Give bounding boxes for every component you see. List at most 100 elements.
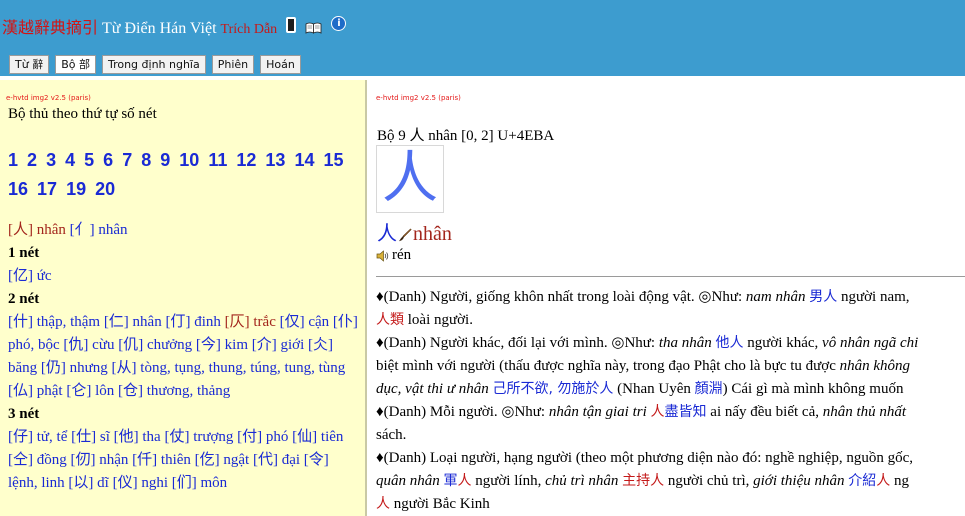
- stroke-link[interactable]: 17: [37, 179, 57, 199]
- han-link[interactable]: 人: [651, 404, 665, 420]
- stroke-link[interactable]: 11: [208, 150, 227, 170]
- definition-line: biệt mình với người (thấu được nghĩa này…: [376, 355, 965, 378]
- han-link[interactable]: 盡皆知: [665, 404, 707, 420]
- radical-link[interactable]: [人] nhân: [8, 222, 66, 238]
- version-label: e-hvtd img2 v2.5 (paris): [376, 94, 461, 102]
- char-link[interactable]: [仟] thiên: [132, 452, 191, 468]
- def-italic: nam nhân: [745, 289, 806, 305]
- stroke-link[interactable]: 3: [46, 150, 56, 170]
- logo-han[interactable]: 漢越辭典摘引: [2, 18, 98, 37]
- char-link[interactable]: [仕] sĩ: [71, 429, 110, 445]
- han-link[interactable]: 軍: [444, 473, 458, 489]
- stroke-link[interactable]: 16: [8, 179, 28, 199]
- char-link[interactable]: [介] giới: [252, 337, 305, 353]
- headword-han[interactable]: 人: [377, 221, 397, 245]
- stroke-link[interactable]: 20: [95, 179, 115, 199]
- han-link[interactable]: 他人: [716, 335, 744, 351]
- stroke-link[interactable]: 1: [8, 150, 18, 170]
- tab-phien[interactable]: Phiên: [211, 55, 255, 74]
- char-link[interactable]: [仓] thương, thảng: [118, 383, 230, 399]
- char-link[interactable]: [代] đại: [253, 452, 300, 468]
- phone-icon[interactable]: [286, 16, 297, 33]
- han-link[interactable]: 己所不欲, 勿施於人: [493, 381, 614, 397]
- stroke-group: [仔] tử, tể [仕] sĩ [他] tha [仗] trượng [付]…: [8, 426, 360, 495]
- logo-viet[interactable]: Từ Điển Hán Việt: [102, 20, 217, 37]
- han-link[interactable]: 主持人: [622, 473, 664, 489]
- char-link[interactable]: [仞] nhận: [71, 452, 129, 468]
- char-link[interactable]: [什] thập, thậm: [8, 314, 100, 330]
- char-link[interactable]: [仑] lôn: [66, 383, 114, 399]
- han-link[interactable]: 人: [876, 473, 890, 489]
- def-italic: vô nhân ngã chi: [822, 335, 919, 351]
- tab-hoan[interactable]: Hoán: [260, 55, 301, 74]
- stroke-link[interactable]: 4: [65, 150, 75, 170]
- definition-line: 人類 loài người.: [376, 309, 965, 332]
- char-link[interactable]: [仏] phật: [8, 383, 63, 399]
- tab-bo[interactable]: Bộ 部: [55, 55, 96, 74]
- char-link[interactable]: [仍] nhưng: [41, 360, 108, 376]
- logo-trich-dan[interactable]: Trích Dẫn: [221, 22, 278, 37]
- stroke-link[interactable]: 13: [265, 150, 285, 170]
- def-italic: nhân thủ nhất: [822, 404, 907, 420]
- char-link[interactable]: [仙] tiên: [292, 429, 343, 445]
- char-link[interactable]: [仝] đồng: [8, 452, 67, 468]
- stroke-link[interactable]: 12: [236, 150, 256, 170]
- book-icon[interactable]: [305, 22, 322, 34]
- char-link[interactable]: [仗] trượng: [164, 429, 233, 445]
- char-link[interactable]: [们] môn: [172, 475, 227, 491]
- def-text: ng: [890, 473, 909, 489]
- def-text: ♦(Danh) Người, giống khôn nhất trong loà…: [376, 289, 746, 305]
- def-text: người nam,: [837, 289, 910, 305]
- stroke-link[interactable]: 19: [66, 179, 86, 199]
- divider: [376, 276, 965, 277]
- han-link[interactable]: 介紹: [848, 473, 876, 489]
- speaker-icon[interactable]: [376, 249, 389, 262]
- entry-heading: Bộ 9 人 nhân [0, 2] U+4EBA: [377, 128, 555, 144]
- stroke-link[interactable]: 8: [141, 150, 151, 170]
- char-link[interactable]: [仪] nghi: [113, 475, 168, 491]
- char-link[interactable]: [仃] đinh: [165, 314, 220, 330]
- logo-row: 漢越辭典摘引 Từ Điển Hán Việt Trích Dẫn i: [2, 14, 347, 40]
- char-link[interactable]: [仁] nhân: [104, 314, 162, 330]
- han-link[interactable]: 顏淵: [695, 381, 723, 397]
- char-link[interactable]: [仅] cận: [280, 314, 330, 330]
- char-link[interactable]: [他] tha: [114, 429, 161, 445]
- tab-trong-dinh-nghia[interactable]: Trong định nghĩa: [101, 55, 206, 74]
- stroke-link[interactable]: 2: [27, 150, 37, 170]
- char-link[interactable]: [亿] ức: [8, 268, 52, 284]
- char-link[interactable]: [以] dĩ: [68, 475, 108, 491]
- char-link[interactable]: [今] kim: [196, 337, 248, 353]
- char-link[interactable]: [仄] trắc: [225, 314, 276, 330]
- stroke-link[interactable]: 15: [324, 150, 344, 170]
- entry-panel[interactable]: e-hvtd img2 v2.5 (paris) Bộ 9 人 nhân [0,…: [369, 80, 965, 516]
- stroke-link[interactable]: 5: [84, 150, 94, 170]
- definition-line: sách.: [376, 424, 965, 447]
- char-link[interactable]: [仉] chưởng: [118, 337, 192, 353]
- radical-index-panel[interactable]: e-hvtd img2 v2.5 (paris) Bộ thủ theo thứ…: [0, 80, 367, 516]
- stroke-link[interactable]: 10: [179, 150, 199, 170]
- info-icon[interactable]: i: [331, 16, 347, 31]
- tab-tu[interactable]: Từ 辭: [9, 55, 50, 74]
- stroke-link[interactable]: 14: [294, 150, 314, 170]
- def-italic: nhân không: [839, 358, 911, 374]
- char-link[interactable]: [付] phó: [237, 429, 288, 445]
- char-link[interactable]: [从] tòng, tụng, thung, túng, tung, tùng: [112, 360, 346, 376]
- han-link[interactable]: 人: [458, 473, 472, 489]
- stroke-group-heading: 3 nét: [8, 406, 40, 422]
- pinyin-text: rén: [392, 247, 412, 263]
- radical-link[interactable]: [亻] nhân: [70, 222, 128, 238]
- char-link[interactable]: [仡] ngật: [195, 452, 250, 468]
- stroke-link[interactable]: 7: [122, 150, 132, 170]
- stroke-link[interactable]: 6: [103, 150, 113, 170]
- char-link[interactable]: [仔] tử, tể: [8, 429, 67, 445]
- brush-icon[interactable]: [398, 228, 412, 242]
- han-link[interactable]: 男人: [809, 289, 837, 305]
- han-link[interactable]: 人類: [376, 312, 404, 328]
- char-link[interactable]: [仇] cừu: [63, 337, 114, 353]
- definition-line: ♦(Danh) Người khác, đối lại với mình. ◎N…: [376, 332, 965, 355]
- radical-header-row: [人] nhân [亻] nhân: [8, 219, 360, 242]
- stroke-link[interactable]: 9: [160, 150, 170, 170]
- han-link[interactable]: 人: [376, 496, 390, 512]
- def-text: (Nhan Uyên: [613, 381, 695, 397]
- stroke-group-heading: 1 nét: [8, 245, 40, 261]
